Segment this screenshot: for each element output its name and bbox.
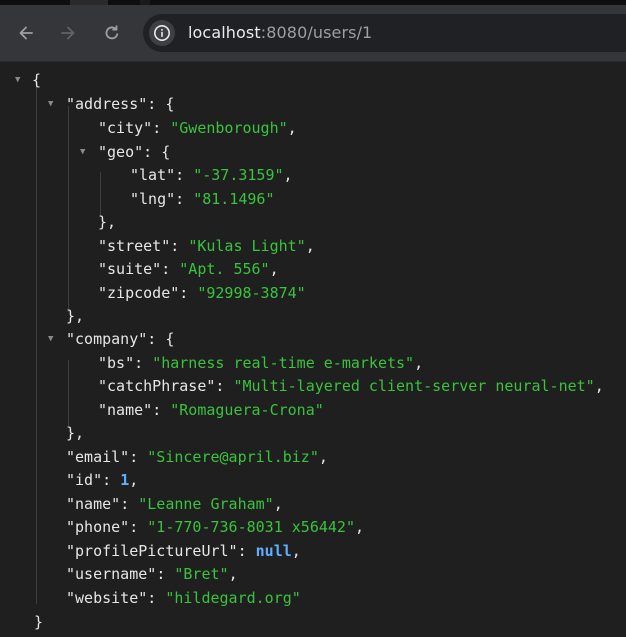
url-path: :8080/users/1 [260, 23, 373, 42]
json-key: "address" [66, 95, 148, 113]
json-line: "suite": "Apt. 556", [98, 260, 279, 278]
json-string: "92998-3874" [197, 284, 306, 302]
json-key: "lng" [130, 190, 176, 208]
json-string: "Bret" [174, 565, 229, 583]
browser-toolbar: localhost:8080/users/1 [0, 5, 626, 62]
info-icon [154, 25, 170, 41]
json-line: "website": "hildegard.org" [66, 589, 301, 607]
json-key: "username" [66, 565, 157, 583]
json-string: "-37.3159" [193, 166, 284, 184]
indent-guide [36, 84, 37, 604]
json-line: "name": "Romaguera-Crona" [98, 401, 324, 419]
reload-button[interactable] [98, 19, 126, 47]
forward-button[interactable] [54, 19, 82, 47]
json-key: "company" [66, 330, 148, 348]
url-text[interactable]: localhost:8080/users/1 [188, 23, 372, 42]
json-line: "address": { [66, 95, 175, 113]
json-string: "hildegard.org" [165, 589, 301, 607]
json-key: "zipcode" [98, 284, 180, 302]
json-line: "city": "Gwenborough", [98, 119, 297, 137]
json-string: "harness real-time e-markets" [152, 354, 415, 372]
json-null: null [255, 542, 292, 560]
reload-icon [105, 25, 119, 40]
json-key: "suite" [98, 260, 162, 278]
site-info-button[interactable] [149, 20, 175, 46]
url-host: localhost [188, 23, 261, 42]
json-key: "geo" [98, 143, 144, 161]
json-key: "bs" [98, 354, 135, 372]
json-number: 1 [120, 471, 130, 489]
json-line: "phone": "1-770-736-8031 x56442", [66, 518, 365, 536]
json-line: "username": "Bret", [66, 565, 238, 583]
json-line: "company": { [66, 330, 175, 348]
json-key: "profilePictureUrl" [66, 542, 238, 560]
json-line: "bs": "harness real-time e-markets", [98, 354, 424, 372]
indent-guide [68, 360, 69, 426]
json-string: "Leanne Graham" [138, 495, 274, 513]
json-key: "id" [66, 471, 103, 489]
json-key: "email" [66, 448, 130, 466]
json-line: }, [66, 424, 85, 442]
collapse-toggle-root-icon[interactable]: ▼ [15, 69, 20, 91]
json-line: "zipcode": "92998-3874" [98, 284, 306, 302]
address-bar[interactable]: localhost:8080/users/1 [143, 14, 626, 52]
json-key: "name" [98, 401, 153, 419]
json-string: "Multi-layered client-server neural-net" [233, 377, 595, 395]
json-line: "lng": "81.1496" [130, 190, 275, 208]
json-key: "catchPhrase" [98, 377, 216, 395]
json-line: }, [98, 213, 117, 231]
json-string: "Romaguera-Crona" [170, 401, 324, 419]
json-string: "81.1496" [193, 190, 275, 208]
arrow-right-icon [61, 26, 75, 40]
json-string: "Sincere@april.biz" [147, 448, 319, 466]
arrow-left-icon [19, 26, 33, 40]
json-string: "Apt. 556" [179, 260, 270, 278]
json-key: "phone" [66, 518, 130, 536]
json-key: "city" [98, 119, 153, 137]
json-key: "website" [66, 589, 148, 607]
json-line: "profilePictureUrl": null, [66, 542, 301, 560]
collapse-toggle-address-icon[interactable]: ▼ [48, 93, 53, 115]
browser-window: localhost:8080/users/1 ▼ ▼ ▼ ▼ { "addres… [0, 0, 626, 637]
open-brace: { [32, 71, 42, 89]
json-key: "name" [66, 495, 121, 513]
back-button[interactable] [12, 19, 40, 47]
json-line: "geo": { [98, 143, 171, 161]
json-line: }, [66, 307, 85, 325]
json-string: "Gwenborough" [170, 119, 288, 137]
json-line: "catchPhrase": "Multi-layered client-ser… [98, 377, 604, 395]
json-key: "street" [98, 237, 171, 255]
indent-guide [68, 106, 69, 312]
json-string: "1-770-736-8031 x56442" [147, 518, 355, 536]
collapse-toggle-company-icon[interactable]: ▼ [48, 328, 53, 350]
json-line: } [34, 611, 43, 633]
close-brace: } [34, 613, 44, 631]
json-key: "lat" [130, 166, 176, 184]
json-line: "name": "Leanne Graham", [66, 495, 283, 513]
json-line: "email": "Sincere@april.biz", [66, 448, 328, 466]
json-string: "Kulas Light" [188, 237, 306, 255]
json-line: { [32, 69, 41, 91]
json-line: "id": 1, [66, 471, 139, 489]
json-line: "lat": "-37.3159", [130, 166, 293, 184]
json-line: "street": "Kulas Light", [98, 237, 315, 255]
json-viewer: ▼ ▼ ▼ ▼ { "address": { "city": "Gwenboro… [0, 62, 626, 637]
indent-guide [100, 172, 101, 216]
collapse-toggle-geo-icon[interactable]: ▼ [80, 141, 85, 163]
